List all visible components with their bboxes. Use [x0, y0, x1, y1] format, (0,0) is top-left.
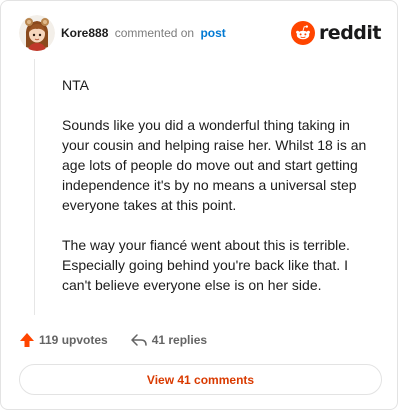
reddit-wordmark: reddit [318, 22, 382, 44]
comment-header: Kore888 commented on post reddit [19, 15, 382, 51]
view-comments-button[interactable]: View 41 comments [19, 364, 382, 395]
avatar[interactable] [19, 15, 55, 51]
replies-stat[interactable]: 41 replies [130, 332, 207, 348]
comment-card: Kore888 commented on post reddit NTA Sou… [0, 0, 398, 410]
byline: Kore888 commented on post [61, 26, 226, 40]
comment-paragraph: NTA [62, 77, 89, 93]
upvote-arrow-icon [20, 333, 34, 347]
avatar-illustration-icon [19, 15, 55, 51]
comment-paragraph: The way your fiancé went about this is t… [62, 237, 350, 293]
action-text: commented on [114, 26, 195, 40]
comment-footer: 119 upvotes 41 replies [19, 331, 229, 349]
comment-body: NTA Sounds like you did a wonderful thin… [62, 75, 380, 315]
reddit-logo[interactable]: reddit [290, 20, 382, 46]
replies-count: 41 replies [151, 333, 208, 347]
upvotes-stat[interactable]: 119 upvotes [19, 332, 108, 348]
thread-line [34, 59, 35, 315]
reply-arrow-icon [130, 334, 147, 346]
username[interactable]: Kore888 [61, 26, 108, 40]
comment-paragraph: Sounds like you did a wonderful thing ta… [62, 117, 367, 213]
reddit-alien-icon [290, 21, 315, 45]
upvotes-count: 119 upvotes [39, 333, 108, 347]
post-link[interactable]: post [200, 26, 225, 40]
